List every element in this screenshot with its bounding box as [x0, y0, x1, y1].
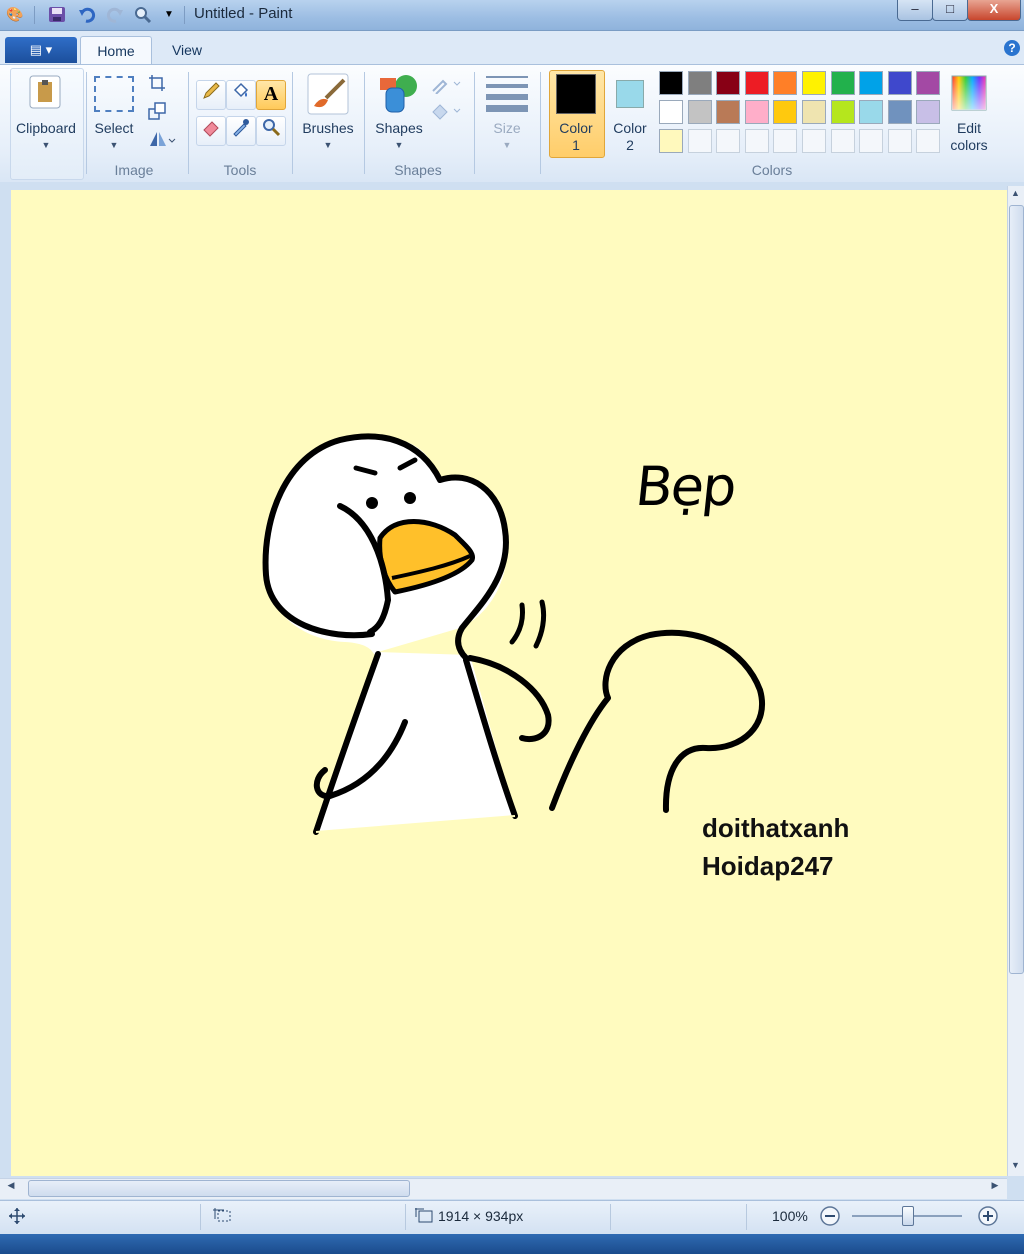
handwritten-word: Bẹp: [632, 455, 738, 518]
canvas-text-line2: Hoidap247: [702, 851, 834, 881]
status-separator: [610, 1204, 611, 1230]
image-dimensions: 1914 × 934px: [438, 1208, 524, 1224]
status-separator: [200, 1204, 201, 1230]
zoom-in-button[interactable]: [977, 1205, 999, 1227]
horizontal-scroll-thumb[interactable]: [28, 1180, 410, 1197]
status-separator: [746, 1204, 747, 1230]
selection-size-icon: [212, 1207, 232, 1225]
zoom-slider-thumb[interactable]: [902, 1206, 914, 1226]
scroll-right-arrow[interactable]: ▶: [988, 1180, 1002, 1194]
scroll-left-arrow[interactable]: ◀: [4, 1180, 18, 1194]
status-separator: [405, 1204, 406, 1230]
scroll-down-arrow[interactable]: ▼: [1009, 1160, 1022, 1174]
cursor-position-icon: [8, 1207, 26, 1225]
zoom-out-button[interactable]: [819, 1205, 841, 1227]
vertical-scroll-thumb[interactable]: [1009, 205, 1024, 974]
taskbar-edge: [0, 1234, 1024, 1254]
scroll-up-arrow[interactable]: ▲: [1009, 188, 1022, 202]
canvas-text-line1: doithatxanh: [702, 813, 850, 843]
duck-drawing: [262, 433, 765, 835]
zoom-level: 100%: [772, 1208, 808, 1224]
image-size-icon: [414, 1207, 434, 1225]
